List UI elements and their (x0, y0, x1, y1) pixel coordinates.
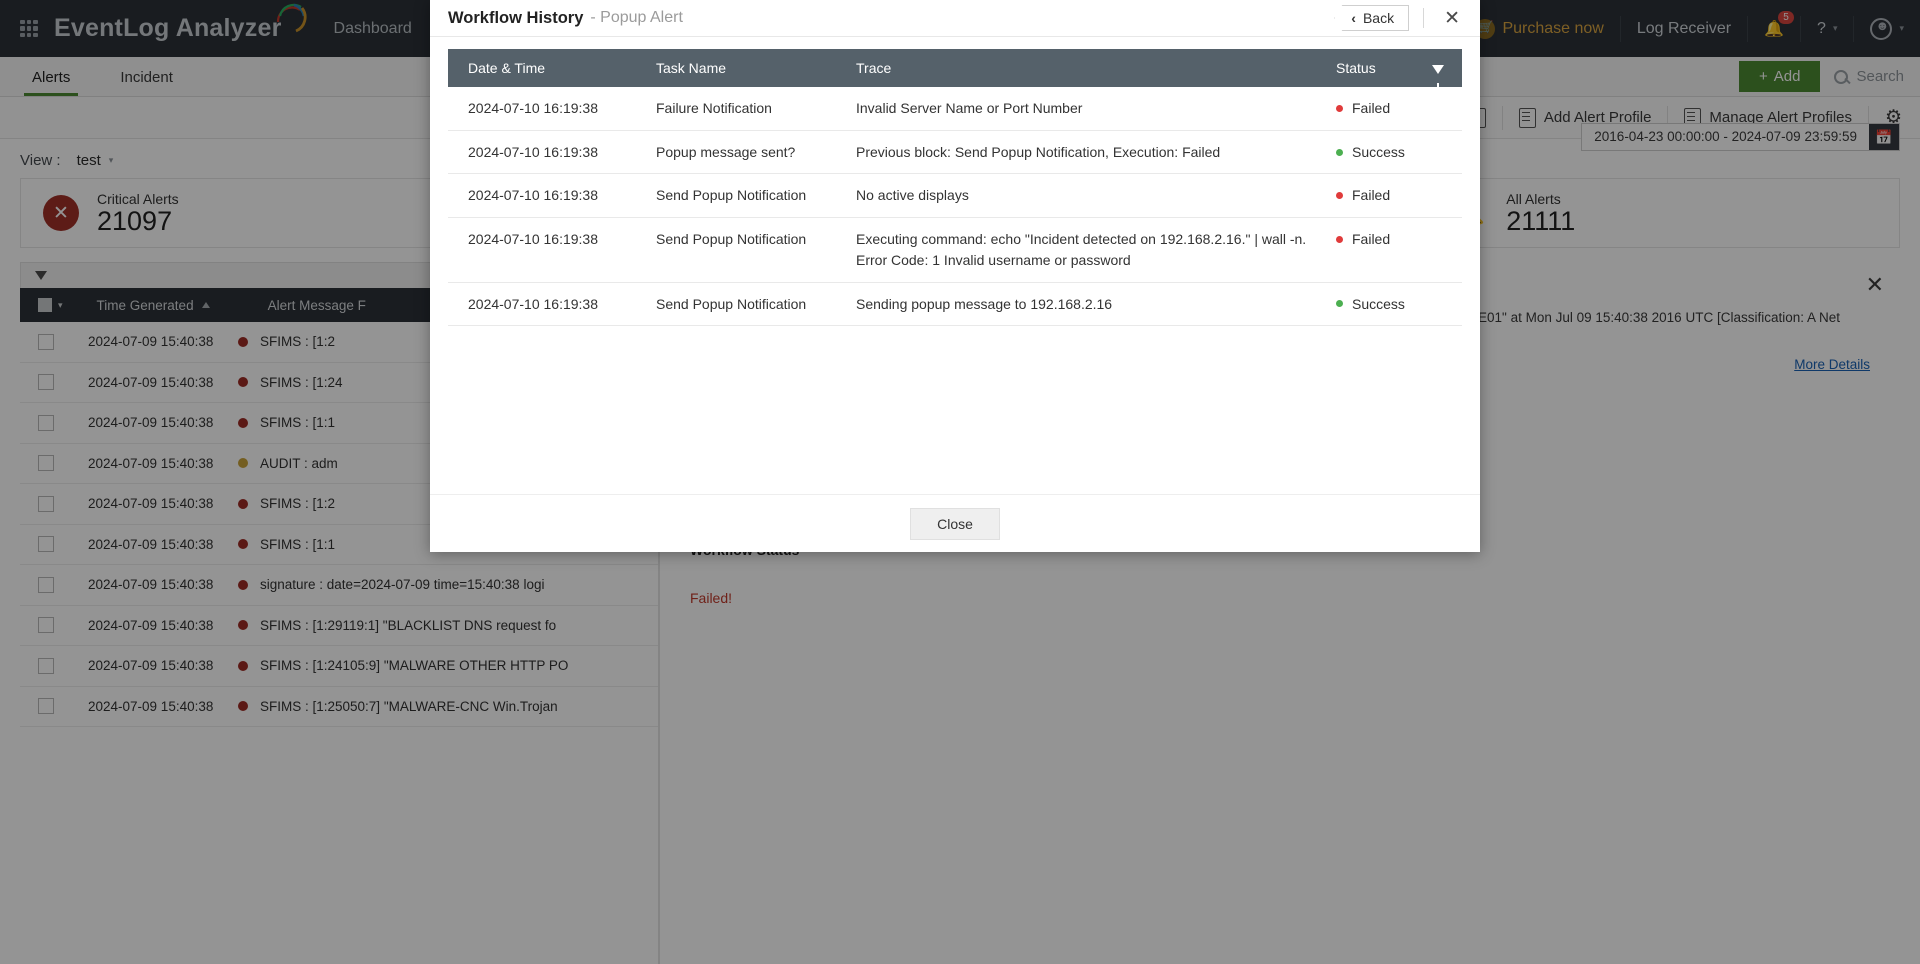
dialog-title: Workflow History (448, 9, 583, 28)
table-row[interactable]: 2024-07-10 16:19:38Failure NotificationI… (448, 87, 1462, 130)
cell-date-time: 2024-07-10 16:19:38 (448, 130, 656, 174)
back-button[interactable]: ‹ Back (1334, 5, 1409, 31)
dialog-subtitle: - Popup Alert (590, 9, 683, 27)
status-label: Success (1352, 296, 1405, 312)
cell-date-time: 2024-07-10 16:19:38 (448, 87, 656, 130)
status-dot (1336, 300, 1343, 307)
cell-task-name: Failure Notification (656, 87, 856, 130)
status-label: Failed (1352, 100, 1390, 116)
status-label: Failed (1352, 231, 1390, 247)
th-trace[interactable]: Trace (856, 49, 1322, 87)
workflow-history-table: Date & Time Task Name Trace Status 2024-… (448, 49, 1462, 326)
header-divider (1423, 8, 1424, 28)
table-row[interactable]: 2024-07-10 16:19:38Send Popup Notificati… (448, 174, 1462, 218)
cell-status: Failed (1322, 87, 1462, 130)
screen: EventLog Analyzer Dashboard Purchase now… (0, 0, 1920, 964)
status-dot (1336, 236, 1343, 243)
dialog-header-actions: ‹ Back ✕ (1334, 5, 1466, 31)
cell-task-name: Send Popup Notification (656, 218, 856, 282)
th-task-name[interactable]: Task Name (656, 49, 856, 87)
cell-status: Failed (1322, 174, 1462, 218)
cell-date-time: 2024-07-10 16:19:38 (448, 174, 656, 218)
table-body: 2024-07-10 16:19:38Failure NotificationI… (448, 87, 1462, 326)
dialog-header: Workflow History - Popup Alert ‹ Back ✕ (430, 0, 1480, 37)
th-date-time[interactable]: Date & Time (448, 49, 656, 87)
table-row[interactable]: 2024-07-10 16:19:38Send Popup Notificati… (448, 218, 1462, 282)
workflow-history-dialog: Workflow History - Popup Alert ‹ Back ✕ … (430, 0, 1480, 552)
th-status[interactable]: Status (1322, 49, 1462, 87)
chevron-left-icon: ‹ (1351, 10, 1356, 26)
cell-status: Success (1322, 282, 1462, 326)
dialog-close-icon[interactable]: ✕ (1438, 7, 1466, 30)
cell-task-name: Send Popup Notification (656, 282, 856, 326)
cell-trace: Invalid Server Name or Port Number (856, 87, 1322, 130)
th-status-label: Status (1336, 60, 1376, 76)
cell-status: Failed (1322, 218, 1462, 282)
status-dot (1336, 192, 1343, 199)
back-button-label: Back (1363, 10, 1394, 26)
cell-trace: No active displays (856, 174, 1322, 218)
dialog-footer: Close (430, 494, 1480, 552)
cell-trace: Sending popup message to 192.168.2.16 (856, 282, 1322, 326)
status-dot (1336, 105, 1343, 112)
cell-trace: Executing command: echo "Incident detect… (856, 218, 1322, 282)
dialog-body: Date & Time Task Name Trace Status 2024-… (430, 37, 1480, 494)
table-row[interactable]: 2024-07-10 16:19:38Popup message sent?Pr… (448, 130, 1462, 174)
cell-task-name: Send Popup Notification (656, 174, 856, 218)
cell-date-time: 2024-07-10 16:19:38 (448, 218, 656, 282)
status-label: Failed (1352, 187, 1390, 203)
cell-task-name: Popup message sent? (656, 130, 856, 174)
table-row[interactable]: 2024-07-10 16:19:38Send Popup Notificati… (448, 282, 1462, 326)
status-dot (1336, 149, 1343, 156)
cell-date-time: 2024-07-10 16:19:38 (448, 282, 656, 326)
cell-trace: Previous block: Send Popup Notification,… (856, 130, 1322, 174)
filter-icon[interactable] (1432, 65, 1444, 74)
status-label: Success (1352, 144, 1405, 160)
table-head: Date & Time Task Name Trace Status (448, 49, 1462, 87)
table-header-row: Date & Time Task Name Trace Status (448, 49, 1462, 87)
cell-status: Success (1322, 130, 1462, 174)
close-button[interactable]: Close (910, 508, 1000, 540)
